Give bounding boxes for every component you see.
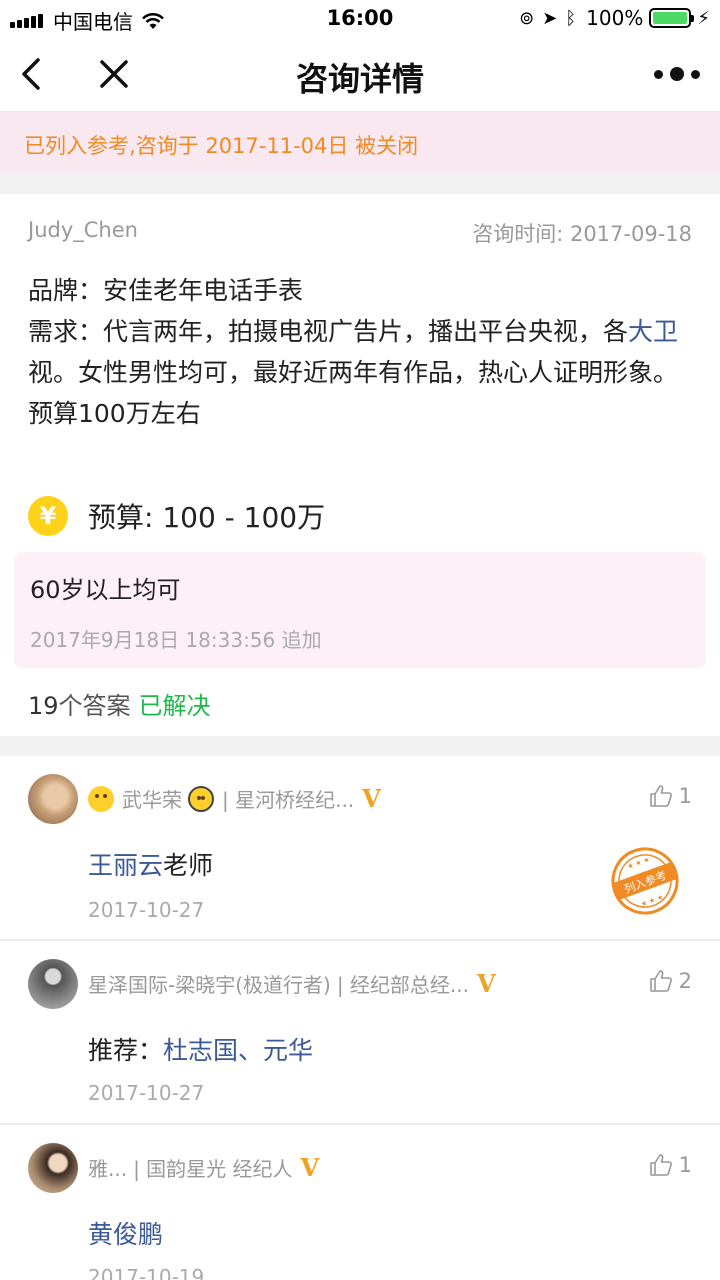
content-prefix: 推荐：	[88, 1036, 164, 1065]
reference-stamp-icon: 列入参考 ★ ★ ★ ★ ★ ★	[611, 847, 679, 915]
recommended-name[interactable]: 黄俊鹏	[88, 1220, 163, 1249]
avatar[interactable]	[28, 774, 78, 824]
answer-content: 王丽云老师	[88, 846, 213, 882]
budget-range: 预算: 100 - 100万	[88, 501, 326, 534]
author-org: | 经纪部总经...	[336, 973, 469, 997]
verified-icon: V	[300, 1153, 320, 1182]
author-name: 星泽国际-梁晓宇(极道行者)	[88, 973, 331, 997]
answer-date: 2017-10-27	[88, 1081, 205, 1105]
page-title: 咨询详情	[295, 60, 424, 98]
budget-row: ¥ 预算: 100 - 100万	[28, 496, 325, 536]
thumbs-up-icon	[649, 970, 672, 992]
answer-author[interactable]: 武华荣 | 星河桥经纪... V	[88, 784, 381, 813]
answer-author[interactable]: 星泽国际-梁晓宇(极道行者) | 经纪部总经... V	[88, 969, 496, 998]
consult-time: 咨询时间: 2017-09-18	[472, 222, 692, 246]
addon-time: 2017年9月18日 18:33:56 追加	[30, 628, 322, 652]
question-body: 品牌：安佳老年电话手表 需求：代言两年，拍摄电视广告片，播出平台央视，各大卫视。…	[28, 270, 688, 434]
like-count: 2	[678, 969, 692, 993]
answer-date: 2017-10-19	[88, 1265, 205, 1280]
yen-icon: ¥	[28, 496, 68, 536]
charging-icon: ⚡	[697, 7, 710, 29]
tag-link[interactable]: 大卫	[628, 317, 678, 346]
solved-badge: 已解决	[138, 692, 211, 720]
like-button[interactable]: 1	[649, 1153, 692, 1177]
addon-text: 60岁以上均可	[30, 576, 181, 604]
requirement-text: 需求：代言两年，拍摄电视广告片，播出平台央视，各	[28, 317, 629, 346]
closed-notice: 已列入参考,咨询于 2017-11-04日 被关闭	[0, 112, 720, 174]
bluetooth-icon: ᛒ	[565, 7, 577, 29]
answer-content: 黄俊鹏	[88, 1215, 163, 1251]
avatar[interactable]	[28, 1143, 78, 1193]
avatar[interactable]	[28, 959, 78, 1009]
battery-icon	[649, 8, 695, 28]
like-count: 1	[678, 784, 692, 808]
author-org: | 国韵星光 经纪人	[133, 1157, 293, 1181]
requirement-text-2: 视。女性男性均可，最好近两年有作品，热心人证明形象。	[28, 358, 679, 387]
answer-content: 推荐：杜志国、元华	[88, 1031, 313, 1067]
content-suffix: 老师	[163, 851, 214, 880]
requirement-line: 需求：代言两年，拍摄电视广告片，播出平台央视，各大卫视。女性男性均可，最好近两年…	[28, 311, 688, 393]
brand-line: 品牌：安佳老年电话手表	[28, 276, 304, 305]
thumbs-up-icon	[649, 1154, 672, 1176]
like-button[interactable]: 2	[649, 969, 692, 993]
recommended-name[interactable]: 杜志国、元华	[163, 1036, 313, 1065]
answer-item: 雅... | 国韵星光 经纪人 V 1 黄俊鹏 2017-10-19	[0, 1125, 720, 1280]
status-bar: 中国电信 16:00 ⊚ ➤ ᛒ 100% ⚡	[0, 0, 720, 36]
asker-name[interactable]: Judy_Chen	[28, 218, 138, 242]
answer-summary: 19个答案 已解决	[28, 686, 211, 721]
thumbs-up-icon	[649, 785, 672, 807]
verified-icon: V	[477, 969, 496, 998]
answer-unit: 个答案	[58, 692, 131, 720]
question-card: Judy_Chen 咨询时间: 2017-09-18 品牌：安佳老年电话手表 需…	[0, 194, 720, 736]
answer-date: 2017-10-27	[88, 898, 205, 922]
addon-box: 60岁以上均可 2017年9月18日 18:33:56 追加	[14, 552, 706, 668]
answer-author[interactable]: 雅... | 国韵星光 经纪人 V	[88, 1153, 319, 1182]
smirk-emoji-icon	[88, 785, 114, 812]
author-name: 雅...	[88, 1157, 128, 1181]
like-button[interactable]: 1	[649, 784, 692, 808]
location-icon: ➤	[542, 7, 558, 29]
author-org: | 星河桥经纪...	[222, 788, 355, 812]
rotation-lock-icon: ⊚	[519, 7, 535, 29]
like-count: 1	[678, 1153, 692, 1177]
budget-line: 预算100万左右	[28, 399, 201, 428]
more-icon[interactable]	[654, 62, 700, 86]
answer-count: 19	[28, 692, 59, 720]
battery-percent: 100%	[586, 6, 644, 30]
nav-bar: 咨询详情	[0, 36, 720, 112]
recommended-name[interactable]: 王丽云	[88, 851, 163, 880]
author-name: 武华荣	[122, 788, 182, 812]
status-right: ⊚ ➤ ᛒ 100% ⚡	[511, 6, 710, 30]
verified-icon: V	[362, 784, 381, 813]
nerd-emoji-icon	[188, 785, 214, 812]
svg-text:★ ★ ★: ★ ★ ★	[626, 855, 651, 870]
answer-item: 星泽国际-梁晓宇(极道行者) | 经纪部总经... V 2 推荐：杜志国、元华 …	[0, 941, 720, 1124]
answer-item: 武华荣 | 星河桥经纪... V 1 王丽云老师 2017-10-27 列入参考…	[0, 756, 720, 940]
